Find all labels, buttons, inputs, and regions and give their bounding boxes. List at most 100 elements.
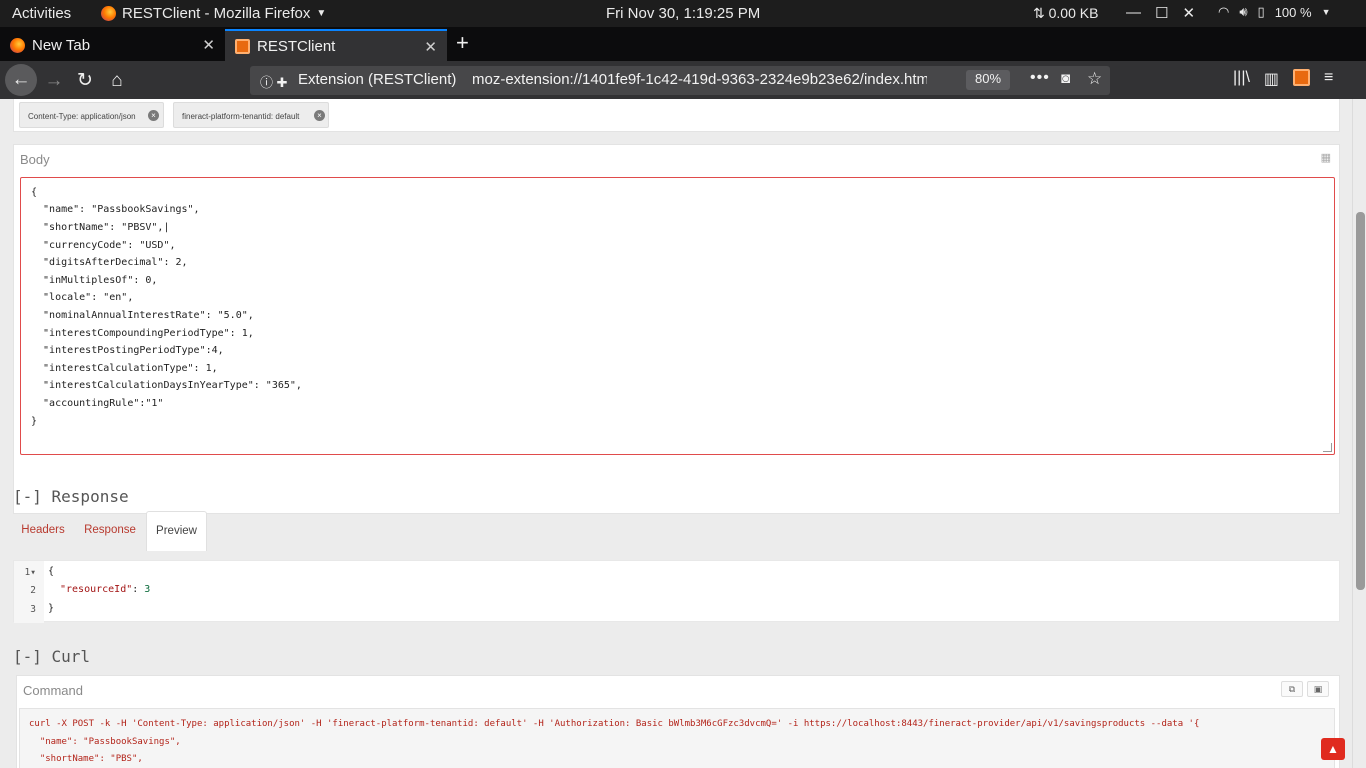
tab-headers[interactable]: Headers <box>13 511 73 551</box>
header-chip-label: Content-Type: application/json <box>28 112 136 121</box>
command-label: Command <box>23 683 83 698</box>
paste-icon[interactable]: ▣ <box>1307 681 1329 697</box>
code-line: "digitsAfterDecimal": 2, <box>31 257 188 268</box>
clock[interactable]: Fri Nov 30, 1:19:25 PM <box>606 5 760 22</box>
reload-button[interactable]: ↻ <box>71 67 99 95</box>
response-section-title[interactable]: [-] Response <box>13 487 129 506</box>
app-title: RESTClient - Mozilla Firefox <box>122 5 311 22</box>
tab-label: New Tab <box>32 36 91 54</box>
json-value: 3 <box>144 584 151 595</box>
resize-handle[interactable] <box>1323 443 1332 452</box>
code-line: "accountingRule":"1" <box>31 398 164 409</box>
scroll-to-top-button[interactable]: ▲ <box>1321 738 1345 760</box>
identity-label: Extension (RESTClient) <box>298 71 457 88</box>
network-speed: 0.00 KB <box>1048 5 1099 21</box>
code-line: } <box>31 416 38 427</box>
pocket-icon[interactable]: ◙ <box>1061 70 1070 87</box>
bookmark-star-icon[interactable]: ☆ <box>1087 69 1102 89</box>
forward-button[interactable]: → <box>40 67 68 95</box>
tab-response[interactable]: Response <box>75 511 145 551</box>
transfer-icon: ⇅ <box>1033 5 1045 21</box>
response-tabs: Headers Response Preview <box>13 511 1340 551</box>
library-icon[interactable]: |||\ <box>1233 69 1250 89</box>
json-close-brace: } <box>48 603 55 614</box>
new-tab-button[interactable]: + <box>456 30 469 56</box>
json-colon: : <box>132 584 145 595</box>
battery-level: 100 % <box>1274 4 1312 20</box>
remove-header-icon[interactable]: × <box>148 110 159 121</box>
page-actions-icon[interactable]: ••• <box>1030 69 1050 87</box>
window-controls: — ☐ ✕ <box>1126 4 1195 22</box>
header-chip: fineract-platform-tenantid: default × <box>173 102 329 128</box>
header-chip: Content-Type: application/json × <box>19 102 164 128</box>
code-line: "locale": "en", <box>31 292 134 303</box>
site-info-icon[interactable]: ⓘ ✚ <box>260 72 288 91</box>
close-tab-icon[interactable]: ✕ <box>202 36 215 54</box>
navigation-bar: ← → ↻ ⌂ ⓘ ✚ Extension (RESTClient) moz-e… <box>0 61 1366 99</box>
tab-bar: New Tab ✕ RESTClient ✕ + <box>0 27 1366 61</box>
app-menu[interactable]: RESTClient - Mozilla Firefox ▼ <box>101 5 326 22</box>
tab-new-tab[interactable]: New Tab ✕ <box>0 29 225 61</box>
grid-icon[interactable]: ▦ <box>1321 151 1331 164</box>
line-number[interactable]: 1▾ <box>14 567 36 578</box>
page-scrollbar[interactable] <box>1352 99 1366 768</box>
curl-line: curl -X POST -k -H 'Content-Type: applic… <box>29 719 1200 729</box>
body-textarea[interactable]: { "name": "PassbookSavings", "shortName"… <box>20 177 1335 455</box>
close-icon[interactable]: ✕ <box>1182 4 1195 22</box>
close-tab-icon[interactable]: ✕ <box>424 38 437 56</box>
code-line: "nominalAnnualInterestRate": "5.0", <box>31 310 254 321</box>
tab-restclient[interactable]: RESTClient ✕ <box>225 29 447 61</box>
chevron-down-icon: ▼ <box>1321 7 1331 17</box>
firefox-icon <box>10 37 25 53</box>
system-top-bar: Activities RESTClient - Mozilla Firefox … <box>0 0 1366 27</box>
tab-label: RESTClient <box>257 37 336 55</box>
code-line: "currencyCode": "USD", <box>31 240 176 251</box>
response-preview-panel: 1▾ 2 3 { "resourceId": 3 } <box>13 560 1340 623</box>
scrollbar-thumb[interactable] <box>1356 212 1365 590</box>
home-button[interactable]: ⌂ <box>103 67 131 95</box>
tab-preview[interactable]: Preview <box>146 511 207 551</box>
code-line: "shortName": "PBSV",| <box>31 222 170 233</box>
url-bar[interactable]: ⓘ ✚ Extension (RESTClient) moz-extension… <box>250 66 1110 95</box>
curl-line: "name": "PassbookSavings", <box>29 737 181 747</box>
chevron-down-icon: ▼ <box>316 8 327 19</box>
volume-icon: 🔊︎ <box>1239 4 1248 19</box>
line-number: 3 <box>30 604 36 615</box>
curl-command[interactable]: curl -X POST -k -H 'Content-Type: applic… <box>19 708 1335 768</box>
minimize-icon[interactable]: — <box>1126 4 1141 22</box>
back-button[interactable]: ← <box>5 64 37 96</box>
wifi-icon: ◠ <box>1218 4 1230 19</box>
remove-header-icon[interactable]: × <box>314 110 325 121</box>
zoom-indicator[interactable]: 80% <box>966 70 1011 90</box>
request-headers-panel: Content-Type: application/json × finerac… <box>13 99 1340 132</box>
header-chip-label: fineract-platform-tenantid: default <box>182 112 300 121</box>
curl-line: "shortName": "PBS", <box>29 754 143 764</box>
firefox-icon <box>101 6 116 21</box>
system-tray[interactable]: ◠ 🔊︎ ▯ 100 % ▼ <box>1218 4 1331 20</box>
json-open-brace: { <box>48 566 55 577</box>
restclient-icon <box>235 38 250 54</box>
maximize-icon[interactable]: ☐ <box>1155 4 1168 22</box>
battery-icon: ▯ <box>1257 4 1265 19</box>
sidebar-icon[interactable]: ▥ <box>1264 69 1279 89</box>
code-line: "interestCalculationType": 1, <box>31 363 218 374</box>
restclient-extension-icon[interactable] <box>1293 69 1311 86</box>
curl-section-title[interactable]: [-] Curl <box>13 647 90 666</box>
line-gutter: 1▾ 2 3 <box>14 561 44 623</box>
code-line: { <box>31 187 38 198</box>
network-monitor: ⇅ 0.00 KB <box>1033 5 1098 22</box>
curl-actions: ⧉ ▣ <box>1281 681 1329 697</box>
line-number: 2 <box>30 585 36 596</box>
copy-icon[interactable]: ⧉ <box>1281 681 1303 697</box>
code-line: "interestCalculationDaysInYearType": "36… <box>31 380 302 391</box>
url-text[interactable]: moz-extension://1401fe9f-1c42-419d-9363-… <box>472 71 927 88</box>
toolbar-right: |||\ ▥ ≡ <box>1233 69 1333 89</box>
page-content: Content-Type: application/json × finerac… <box>0 99 1352 768</box>
activities-button[interactable]: Activities <box>12 5 71 22</box>
code-line: "name": "PassbookSavings", <box>31 204 200 215</box>
code-line: "interestCompoundingPeriodType": 1, <box>31 328 254 339</box>
menu-icon[interactable]: ≡ <box>1324 69 1333 89</box>
request-body-panel: Body ▦ { "name": "PassbookSavings", "sho… <box>13 144 1340 514</box>
curl-panel: Command ⧉ ▣ curl -X POST -k -H 'Content-… <box>16 675 1340 768</box>
json-key: "resourceId" <box>60 584 133 595</box>
